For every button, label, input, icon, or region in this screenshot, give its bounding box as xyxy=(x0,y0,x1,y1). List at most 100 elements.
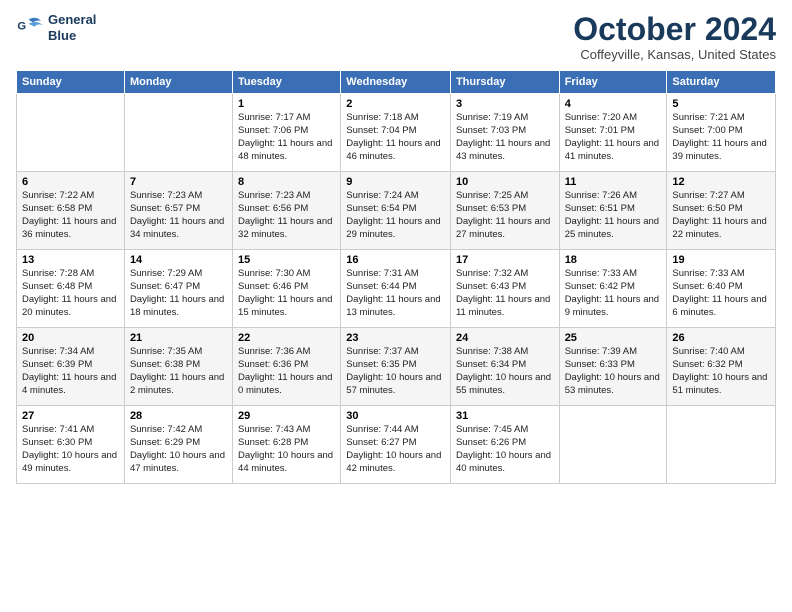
calendar-header-row: SundayMondayTuesdayWednesdayThursdayFrid… xyxy=(17,71,776,94)
calendar-cell: 25 Sunrise: 7:39 AM Sunset: 6:33 PM Dayli… xyxy=(559,328,667,406)
day-number: 7 xyxy=(130,176,227,188)
day-number: 30 xyxy=(346,410,445,422)
column-header-sunday: Sunday xyxy=(17,71,125,94)
calendar-cell: 9 Sunrise: 7:24 AM Sunset: 6:54 PM Daylig… xyxy=(341,172,451,250)
day-info: Sunrise: 7:38 AM Sunset: 6:34 PM Dayligh… xyxy=(456,346,554,397)
month-title: October 2024 xyxy=(573,12,776,47)
day-info: Sunrise: 7:23 AM Sunset: 6:56 PM Dayligh… xyxy=(238,190,335,241)
day-number: 25 xyxy=(565,332,662,344)
day-info: Sunrise: 7:29 AM Sunset: 6:47 PM Dayligh… xyxy=(130,268,227,319)
day-info: Sunrise: 7:36 AM Sunset: 6:36 PM Dayligh… xyxy=(238,346,335,397)
location-subtitle: Coffeyville, Kansas, United States xyxy=(573,47,776,62)
day-info: Sunrise: 7:34 AM Sunset: 6:39 PM Dayligh… xyxy=(22,346,119,397)
calendar-cell: 11 Sunrise: 7:26 AM Sunset: 6:51 PM Dayli… xyxy=(559,172,667,250)
calendar-table: SundayMondayTuesdayWednesdayThursdayFrid… xyxy=(16,70,776,484)
day-number: 20 xyxy=(22,332,119,344)
calendar-cell: 6Sunrise: 7:22 AM Sunset: 6:58 PM Daylig… xyxy=(17,172,125,250)
calendar-cell: 20 Sunrise: 7:34 AM Sunset: 6:39 PM Dayli… xyxy=(17,328,125,406)
day-info: Sunrise: 7:27 AM Sunset: 6:50 PM Dayligh… xyxy=(672,190,770,241)
calendar-cell: 1 Sunrise: 7:17 AM Sunset: 7:06 PM Daylig… xyxy=(233,94,341,172)
day-info: Sunrise: 7:22 AM Sunset: 6:58 PM Dayligh… xyxy=(22,190,119,241)
day-info: Sunrise: 7:21 AM Sunset: 7:00 PM Dayligh… xyxy=(672,112,770,163)
day-info: Sunrise: 7:31 AM Sunset: 6:44 PM Dayligh… xyxy=(346,268,445,319)
day-number: 17 xyxy=(456,254,554,266)
svg-text:G: G xyxy=(17,20,26,32)
day-number: 1 xyxy=(238,98,335,110)
day-info: Sunrise: 7:32 AM Sunset: 6:43 PM Dayligh… xyxy=(456,268,554,319)
day-number: 15 xyxy=(238,254,335,266)
calendar-cell: 30 Sunrise: 7:44 AM Sunset: 6:27 PM Dayli… xyxy=(341,406,451,484)
calendar-cell: 7Sunrise: 7:23 AM Sunset: 6:57 PM Daylig… xyxy=(124,172,232,250)
day-info: Sunrise: 7:25 AM Sunset: 6:53 PM Dayligh… xyxy=(456,190,554,241)
day-info: Sunrise: 7:35 AM Sunset: 6:38 PM Dayligh… xyxy=(130,346,227,397)
day-info: Sunrise: 7:17 AM Sunset: 7:06 PM Dayligh… xyxy=(238,112,335,163)
day-number: 19 xyxy=(672,254,770,266)
calendar-cell xyxy=(124,94,232,172)
day-number: 4 xyxy=(565,98,662,110)
day-number: 28 xyxy=(130,410,227,422)
day-info: Sunrise: 7:24 AM Sunset: 6:54 PM Dayligh… xyxy=(346,190,445,241)
calendar-cell xyxy=(559,406,667,484)
day-number: 3 xyxy=(456,98,554,110)
calendar-cell: 17 Sunrise: 7:32 AM Sunset: 6:43 PM Dayli… xyxy=(450,250,559,328)
day-info: Sunrise: 7:43 AM Sunset: 6:28 PM Dayligh… xyxy=(238,424,335,475)
day-number: 12 xyxy=(672,176,770,188)
day-number: 23 xyxy=(346,332,445,344)
day-number: 26 xyxy=(672,332,770,344)
calendar-cell: 14Sunrise: 7:29 AM Sunset: 6:47 PM Dayli… xyxy=(124,250,232,328)
logo: G General Blue xyxy=(16,12,96,43)
calendar-cell: 16 Sunrise: 7:31 AM Sunset: 6:44 PM Dayli… xyxy=(341,250,451,328)
calendar-cell: 21 Sunrise: 7:35 AM Sunset: 6:38 PM Dayli… xyxy=(124,328,232,406)
day-number: 9 xyxy=(346,176,445,188)
calendar-cell: 2Sunrise: 7:18 AM Sunset: 7:04 PM Daylig… xyxy=(341,94,451,172)
calendar-cell xyxy=(17,94,125,172)
calendar-cell: 8 Sunrise: 7:23 AM Sunset: 6:56 PM Daylig… xyxy=(233,172,341,250)
day-info: Sunrise: 7:26 AM Sunset: 6:51 PM Dayligh… xyxy=(565,190,662,241)
day-number: 2 xyxy=(346,98,445,110)
title-block: October 2024 Coffeyville, Kansas, United… xyxy=(573,12,776,62)
day-info: Sunrise: 7:44 AM Sunset: 6:27 PM Dayligh… xyxy=(346,424,445,475)
column-header-monday: Monday xyxy=(124,71,232,94)
day-info: Sunrise: 7:42 AM Sunset: 6:29 PM Dayligh… xyxy=(130,424,227,475)
week-row-2: 6Sunrise: 7:22 AM Sunset: 6:58 PM Daylig… xyxy=(17,172,776,250)
calendar-cell: 29 Sunrise: 7:43 AM Sunset: 6:28 PM Dayli… xyxy=(233,406,341,484)
calendar-cell: 12 Sunrise: 7:27 AM Sunset: 6:50 PM Dayli… xyxy=(667,172,776,250)
header: G General Blue October 2024 Coffeyville,… xyxy=(16,12,776,62)
week-row-4: 20 Sunrise: 7:34 AM Sunset: 6:39 PM Dayli… xyxy=(17,328,776,406)
calendar-cell: 24 Sunrise: 7:38 AM Sunset: 6:34 PM Dayli… xyxy=(450,328,559,406)
day-info: Sunrise: 7:37 AM Sunset: 6:35 PM Dayligh… xyxy=(346,346,445,397)
day-number: 21 xyxy=(130,332,227,344)
day-number: 16 xyxy=(346,254,445,266)
calendar-cell: 19Sunrise: 7:33 AM Sunset: 6:40 PM Dayli… xyxy=(667,250,776,328)
day-number: 5 xyxy=(672,98,770,110)
day-number: 24 xyxy=(456,332,554,344)
page-container: G General Blue October 2024 Coffeyville,… xyxy=(0,0,792,492)
day-number: 22 xyxy=(238,332,335,344)
day-info: Sunrise: 7:33 AM Sunset: 6:42 PM Dayligh… xyxy=(565,268,662,319)
logo-line1: General xyxy=(48,12,96,28)
calendar-cell: 22 Sunrise: 7:36 AM Sunset: 6:36 PM Dayli… xyxy=(233,328,341,406)
calendar-cell: 23 Sunrise: 7:37 AM Sunset: 6:35 PM Dayli… xyxy=(341,328,451,406)
week-row-5: 27Sunrise: 7:41 AM Sunset: 6:30 PM Dayli… xyxy=(17,406,776,484)
day-info: Sunrise: 7:20 AM Sunset: 7:01 PM Dayligh… xyxy=(565,112,662,163)
logo-icon: G xyxy=(16,14,44,42)
calendar-cell: 5 Sunrise: 7:21 AM Sunset: 7:00 PM Daylig… xyxy=(667,94,776,172)
column-header-friday: Friday xyxy=(559,71,667,94)
calendar-cell xyxy=(667,406,776,484)
column-header-tuesday: Tuesday xyxy=(233,71,341,94)
calendar-cell: 3 Sunrise: 7:19 AM Sunset: 7:03 PM Daylig… xyxy=(450,94,559,172)
calendar-cell: 4 Sunrise: 7:20 AM Sunset: 7:01 PM Daylig… xyxy=(559,94,667,172)
calendar-cell: 27Sunrise: 7:41 AM Sunset: 6:30 PM Dayli… xyxy=(17,406,125,484)
day-number: 11 xyxy=(565,176,662,188)
day-info: Sunrise: 7:39 AM Sunset: 6:33 PM Dayligh… xyxy=(565,346,662,397)
calendar-cell: 28 Sunrise: 7:42 AM Sunset: 6:29 PM Dayli… xyxy=(124,406,232,484)
day-info: Sunrise: 7:19 AM Sunset: 7:03 PM Dayligh… xyxy=(456,112,554,163)
calendar-cell: 15Sunrise: 7:30 AM Sunset: 6:46 PM Dayli… xyxy=(233,250,341,328)
calendar-cell: 10Sunrise: 7:25 AM Sunset: 6:53 PM Dayli… xyxy=(450,172,559,250)
day-number: 13 xyxy=(22,254,119,266)
week-row-1: 1 Sunrise: 7:17 AM Sunset: 7:06 PM Daylig… xyxy=(17,94,776,172)
day-info: Sunrise: 7:45 AM Sunset: 6:26 PM Dayligh… xyxy=(456,424,554,475)
calendar-cell: 31Sunrise: 7:45 AM Sunset: 6:26 PM Dayli… xyxy=(450,406,559,484)
day-number: 29 xyxy=(238,410,335,422)
day-number: 8 xyxy=(238,176,335,188)
